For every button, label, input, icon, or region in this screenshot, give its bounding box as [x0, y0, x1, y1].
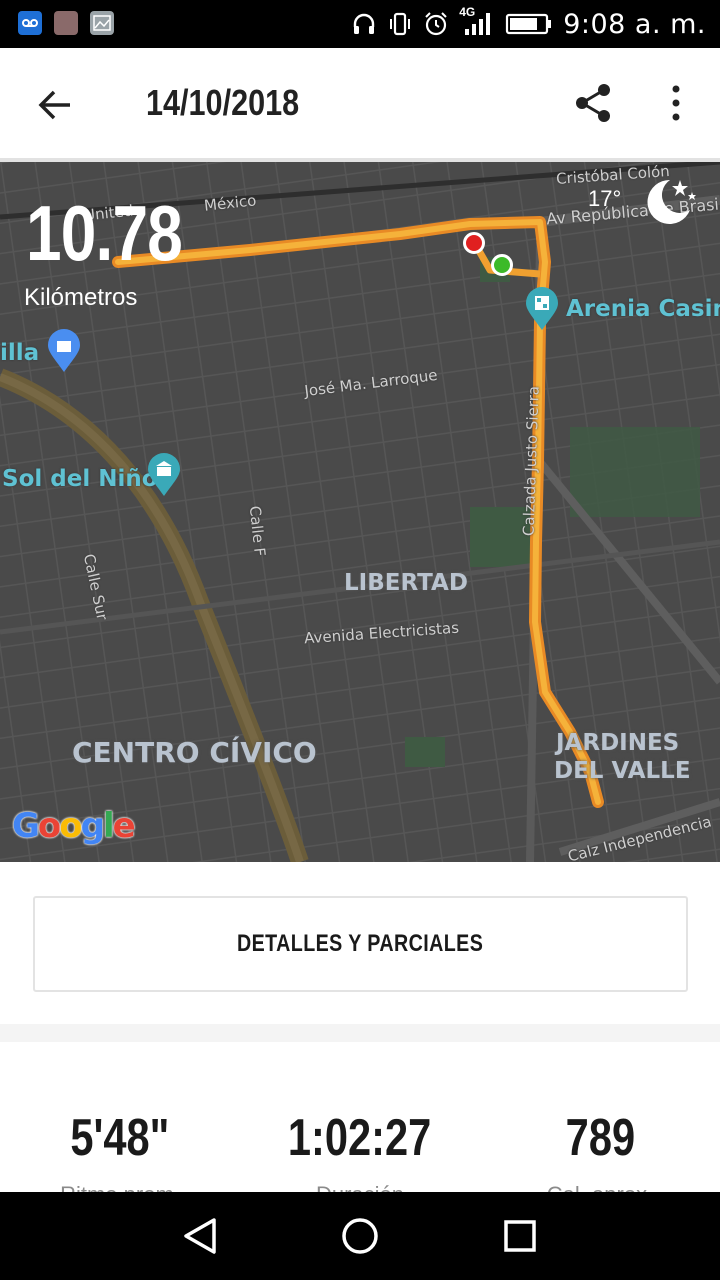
stat-pace-value: 5'48": [70, 1109, 170, 1167]
map-label-jardines-2: DEL VALLE: [554, 758, 691, 784]
app-bar: 14/10/2018: [0, 48, 720, 160]
nav-home-button[interactable]: [330, 1210, 390, 1262]
details-button-label: DETALLES Y PARCIALES: [237, 930, 484, 957]
nav-back-button[interactable]: [170, 1210, 230, 1262]
back-button[interactable]: [30, 80, 80, 130]
share-icon: [576, 84, 610, 122]
google-logo: Google: [12, 806, 136, 846]
gallery-icon: [90, 11, 114, 35]
system-nav-bar: [0, 1192, 720, 1280]
distance-unit: Kilómetros: [24, 284, 138, 311]
more-vert-icon: [672, 85, 680, 121]
start-marker: [491, 254, 513, 276]
headphones-icon: [351, 11, 377, 37]
square-recents-icon: [504, 1220, 536, 1252]
stat-calories-value: 789: [565, 1109, 635, 1167]
map-label-centro-civico: CENTRO CÍVICO: [72, 736, 317, 769]
network-type-label: 4G: [459, 5, 476, 19]
distance-value: 10.78: [26, 189, 183, 277]
weather-temperature: 17°: [588, 186, 622, 211]
triangle-back-icon: [184, 1218, 216, 1254]
share-button[interactable]: [568, 78, 618, 128]
page-title: 14/10/2018: [146, 82, 300, 123]
map-label-jardines-1: JARDINES: [556, 730, 680, 756]
section-divider: [0, 1024, 720, 1042]
moon-stars-icon: [647, 179, 696, 224]
vibrate-icon: [387, 11, 413, 37]
status-bar: 4G 9:08 a. m.: [0, 0, 720, 48]
map-label-milla: illa: [0, 340, 40, 366]
map-label-sol-nino: Sol del Niño: [2, 466, 158, 492]
contact-photo-icon: [54, 11, 78, 35]
route-map[interactable]: Cristóbal Colón Av República de Brasil M…: [0, 162, 720, 862]
arrow-left-icon: [38, 90, 70, 120]
circle-home-icon: [342, 1218, 378, 1254]
battery-icon: [505, 11, 553, 37]
map-label-libertad: LIBERTAD: [344, 570, 468, 596]
status-time: 9:08 a. m.: [563, 8, 706, 40]
nav-recents-button[interactable]: [490, 1210, 550, 1262]
signal-icon: 4G: [459, 5, 495, 37]
museum-pin-icon[interactable]: [146, 452, 182, 498]
map-label-arenia: Arenia Casino: [566, 296, 720, 322]
voicemail-icon: [18, 11, 42, 35]
more-options-button[interactable]: [656, 78, 696, 128]
details-button[interactable]: DETALLES Y PARCIALES: [33, 896, 688, 992]
alarm-icon: [423, 11, 449, 37]
end-marker: [463, 232, 485, 254]
shopping-pin-icon[interactable]: [46, 328, 82, 374]
stat-duration-value: 1:02:27: [288, 1109, 432, 1167]
casino-pin-icon[interactable]: [524, 286, 560, 332]
